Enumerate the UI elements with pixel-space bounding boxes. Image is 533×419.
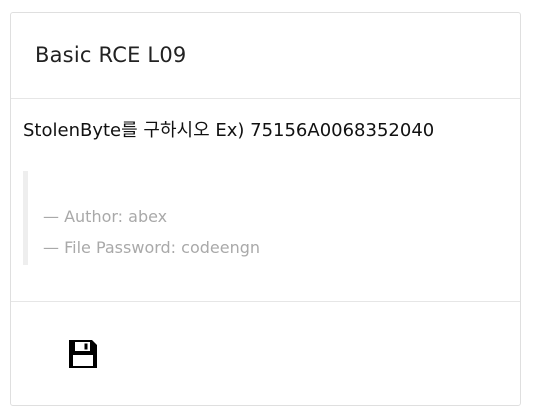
challenge-card: Basic RCE L09 StolenByte를 구하시오 Ex) 75156… bbox=[10, 12, 521, 406]
author-line: — Author: abex bbox=[43, 207, 168, 226]
floppy-disk-icon bbox=[69, 340, 97, 368]
card-header: Basic RCE L09 bbox=[11, 13, 520, 99]
download-button[interactable] bbox=[63, 334, 103, 374]
challenge-info-blockquote: — Author: abex — File Password: codeengn bbox=[23, 171, 493, 265]
file-password-line: — File Password: codeengn bbox=[43, 238, 261, 257]
challenge-title: Basic RCE L09 bbox=[35, 43, 187, 67]
card-body: StolenByte를 구하시오 Ex) 75156A0068352040 — … bbox=[11, 99, 520, 302]
challenge-description: StolenByte를 구하시오 Ex) 75156A0068352040 bbox=[23, 120, 435, 141]
card-footer bbox=[11, 302, 520, 405]
